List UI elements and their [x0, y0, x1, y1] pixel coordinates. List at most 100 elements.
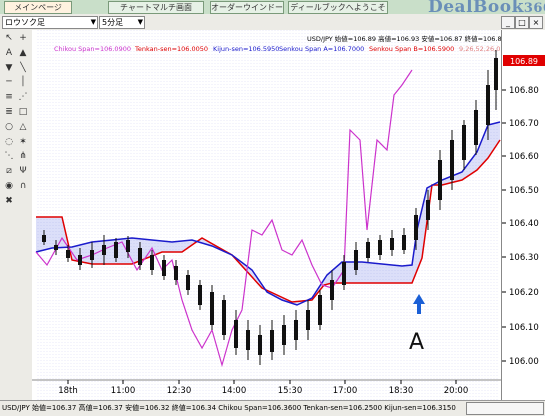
cycle-icon[interactable]: ◌	[3, 137, 15, 148]
arrow-down-icon[interactable]: ▼	[3, 63, 15, 74]
senkou-b-legend: Senkou Span B=106.5900	[369, 45, 454, 53]
candle-body	[378, 240, 382, 255]
y-tick-label: 106.00	[509, 357, 539, 367]
maximize-button[interactable]: □	[515, 16, 529, 29]
x-tick-label: 17:00	[333, 386, 358, 396]
eye-icon[interactable]: ◉	[3, 181, 15, 192]
candle-body	[102, 245, 106, 255]
candle-body	[234, 320, 238, 348]
gann-icon[interactable]: ✶	[17, 137, 29, 148]
senkou-span-a-line	[35, 121, 501, 306]
horizontal-line-icon[interactable]: ─	[3, 77, 15, 88]
current-price-label: 106.89	[510, 57, 538, 66]
chart-canvas: USD/JPY 始値=106.89 高値=106.93 安値=106.87 終値…	[32, 30, 506, 402]
candle-body	[246, 330, 250, 350]
pitchfork-icon[interactable]: Ψ	[17, 166, 29, 177]
y-tick-label: 106.40	[509, 219, 539, 229]
candle-body	[414, 215, 418, 240]
candle-body	[402, 235, 406, 250]
candle-body	[494, 58, 498, 90]
channel-icon[interactable]: ⋰	[17, 92, 29, 103]
y-tick-label: 106.20	[509, 288, 539, 298]
status-bar: USD/JPY 始値=106.37 高値=106.37 安値=106.32 終値…	[0, 400, 545, 416]
candle-body	[126, 240, 130, 252]
chevron-down-icon: ▼	[137, 18, 143, 26]
period-select[interactable]: 5分足 ▼	[99, 16, 145, 29]
candle-body	[198, 285, 202, 305]
andrews-icon[interactable]: ⋔	[17, 151, 29, 162]
drawing-tools-panel: ↖ + A ▲ ▼ ╲ ─ │ ≡ ⋰ ≣ □ ○ △ ◌ ✶ ⋱ ⋔ ⧄ Ψ ◉ ∩ ✖	[0, 30, 33, 402]
candle-body	[438, 160, 442, 200]
magnet-icon[interactable]: ∩	[17, 181, 29, 192]
x-tick-label: 14:00	[222, 386, 247, 396]
price-axis: 106.89 106.80 106.70 106.60 106.50 106.40 106…	[501, 30, 545, 402]
candle-body	[270, 330, 274, 352]
candle-body	[486, 85, 490, 125]
crosshair-icon[interactable]: +	[17, 33, 29, 44]
chart-ohlc-header: USD/JPY 始値=106.89 高値=106.93 安値=106.87 終値…	[307, 34, 501, 43]
x-tick-label: 11:00	[111, 386, 136, 396]
trend-line-icon[interactable]: ╲	[17, 63, 29, 74]
ichimoku-cloud	[36, 122, 500, 305]
candle-body	[138, 248, 142, 265]
arrow-up-icon[interactable]: ▲	[17, 48, 29, 59]
senkou-span-b-line	[36, 139, 501, 303]
candle-body	[390, 238, 394, 250]
fibonacci-icon[interactable]: ≣	[3, 107, 15, 118]
candle-body	[150, 255, 154, 270]
x-tick-label: 20:00	[444, 386, 469, 396]
candle-body	[186, 275, 190, 290]
y-tick-label: 106.60	[509, 152, 539, 162]
rectangle-icon[interactable]: □	[17, 107, 29, 118]
candle-body	[162, 260, 166, 276]
candle-body	[366, 242, 370, 258]
triangle-icon[interactable]: △	[17, 122, 29, 133]
tab-welcome[interactable]: ディールブックへようこそ	[288, 1, 388, 14]
text-tool-icon[interactable]: A	[3, 48, 15, 59]
candle-body	[222, 300, 226, 335]
candle-body	[78, 255, 82, 265]
tab-chart-multi[interactable]: チャートマルチ画面	[108, 1, 204, 14]
candle-body	[174, 266, 178, 280]
y-tick-label: 106.10	[509, 323, 539, 333]
candle-body	[462, 125, 466, 160]
candle-body	[210, 292, 214, 325]
minimize-button[interactable]: _	[501, 16, 515, 29]
tab-main-page[interactable]: メインページ	[4, 1, 72, 14]
y-tick-label: 106.80	[509, 86, 539, 96]
candle-body	[318, 295, 322, 325]
y-tick-label: 106.70	[509, 119, 539, 129]
price-chart: USD/JPY 始値=106.89 高値=106.93 安値=106.87 終値…	[32, 30, 506, 402]
price-axis-canvas: 106.89 106.80 106.70 106.60 106.50 106.40 106…	[502, 55, 545, 367]
parallel-line-icon[interactable]: ≡	[3, 92, 15, 103]
regression-icon[interactable]: ⧄	[3, 166, 15, 177]
vertical-line-icon[interactable]: │	[17, 77, 29, 88]
status-field	[466, 402, 544, 415]
candle-body	[90, 250, 94, 260]
candle-body	[450, 140, 454, 180]
candle-body	[66, 250, 70, 258]
candle-body	[342, 262, 346, 285]
candle-body	[354, 250, 358, 270]
trash-icon[interactable]: ✖	[3, 196, 15, 207]
ellipse-icon[interactable]: ○	[3, 122, 15, 133]
candle-body	[114, 242, 118, 258]
candle-body	[282, 325, 286, 345]
candle-body	[54, 245, 58, 250]
candle-body	[474, 110, 478, 145]
tab-order-window[interactable]: オーダーウインドー	[210, 1, 284, 14]
y-tick-label: 106.30	[509, 253, 539, 263]
tab-bar: メインページ チャートマルチ画面 オーダーウインドー ディールブックへようこそ …	[0, 0, 545, 17]
pointer-icon[interactable]: ↖	[3, 33, 15, 44]
y-tick-label: 106.50	[509, 186, 539, 196]
candle-body	[42, 235, 46, 242]
close-button[interactable]: ×	[529, 16, 543, 29]
speed-line-icon[interactable]: ⋱	[3, 151, 15, 162]
chart-toolbar: ロウソク足 ▼ 5分足 ▼ _ □ ×	[0, 14, 545, 31]
candle-body	[330, 280, 334, 300]
senkou-a-legend: Senkou Span A=106.7000	[279, 45, 364, 53]
candle-body	[306, 310, 310, 330]
candle-body	[294, 320, 298, 340]
chart-type-select[interactable]: ロウソク足 ▼	[2, 16, 98, 29]
candle-body	[258, 335, 262, 355]
